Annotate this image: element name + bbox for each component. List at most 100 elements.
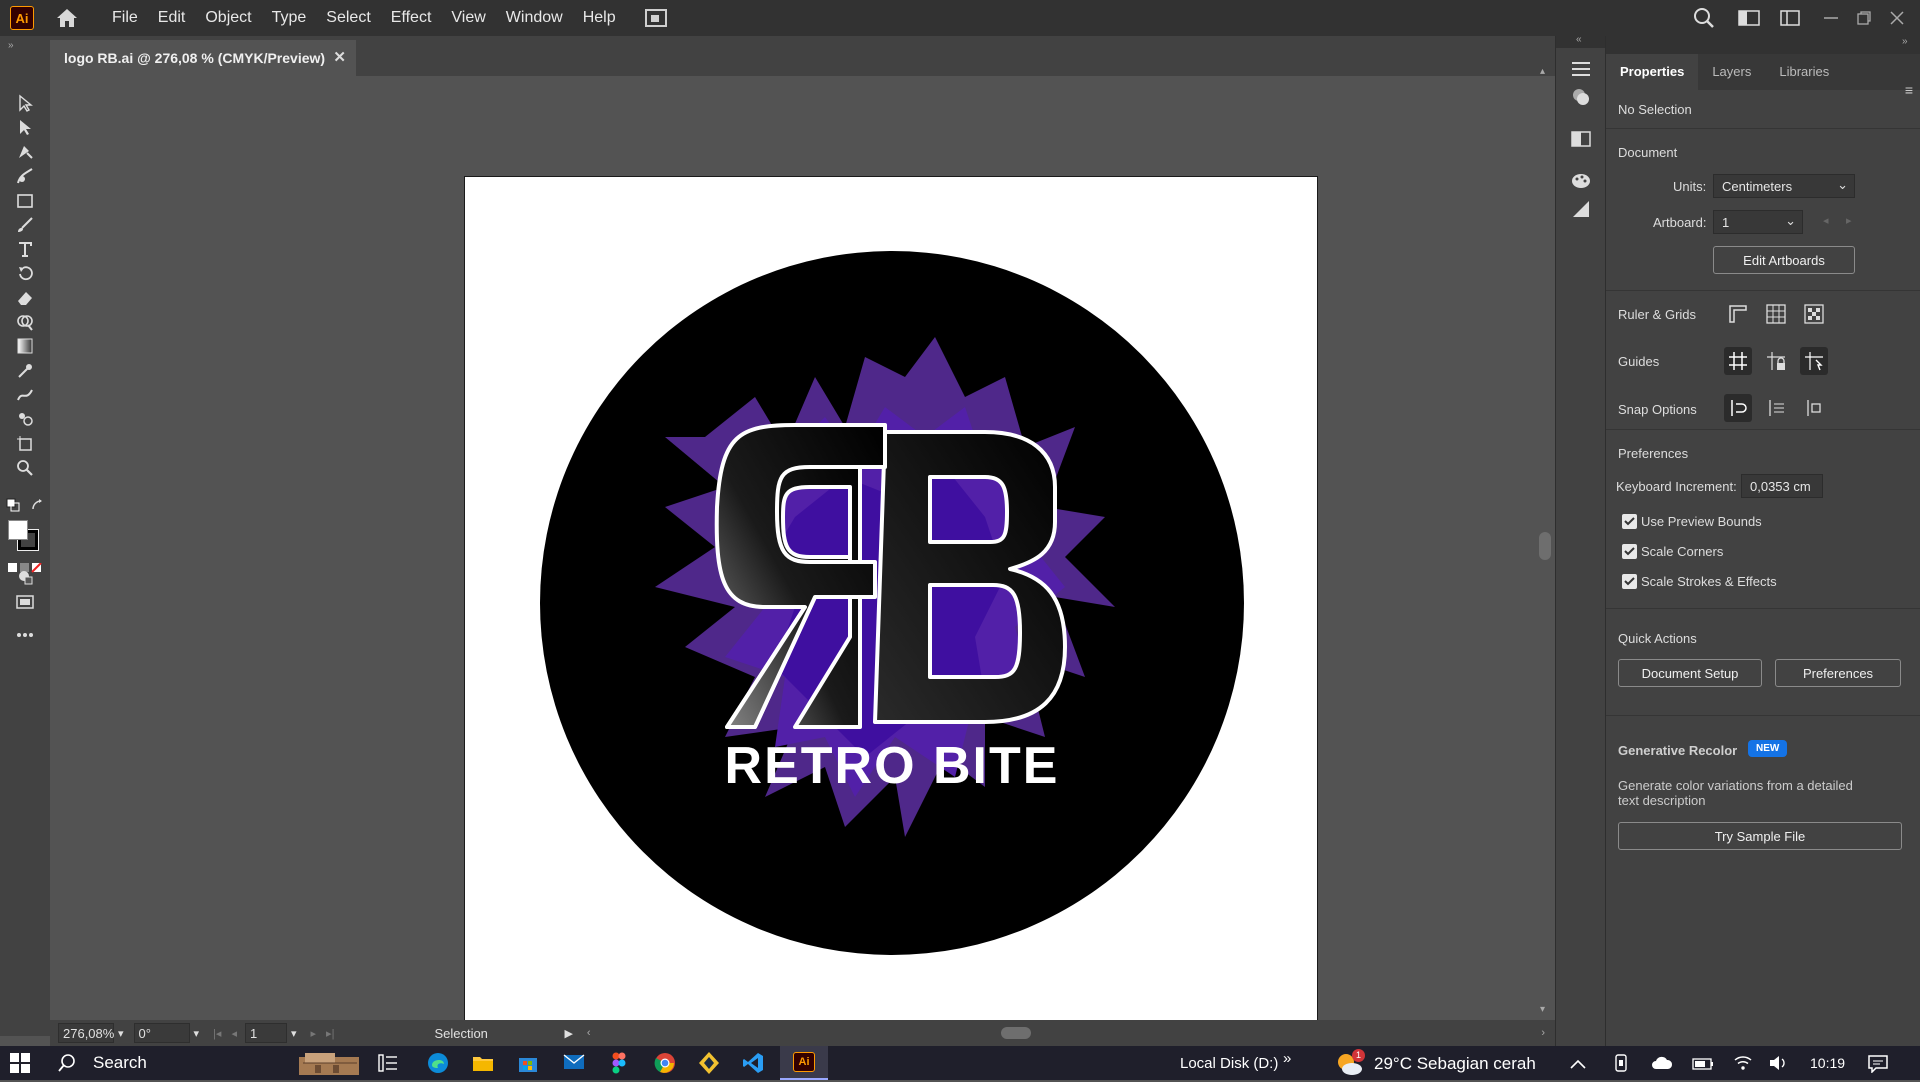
wifi-icon[interactable] [1733, 1054, 1753, 1075]
canvas-area[interactable]: RETRO BITE [50, 76, 1535, 1028]
snap-to-point-icon[interactable] [1724, 394, 1752, 422]
menu-file[interactable]: File [102, 0, 148, 36]
scale-strokes-checkbox[interactable] [1622, 574, 1637, 589]
status-menu-icon[interactable]: ▶ [564, 1027, 572, 1040]
artboard-number-field[interactable]: 1 [244, 1023, 287, 1043]
scale-corners-checkbox[interactable] [1622, 544, 1637, 559]
restore-icon[interactable] [1854, 0, 1874, 36]
rectangle-tool-icon[interactable] [12, 188, 38, 214]
rotation-field[interactable]: 0° [133, 1023, 190, 1043]
menu-object[interactable]: Object [195, 0, 261, 36]
horizontal-scrollbar[interactable] [601, 1026, 1532, 1040]
close-icon[interactable] [1874, 0, 1920, 36]
weather-label[interactable]: 29°C Sebagian cerah [1374, 1054, 1536, 1074]
file-explorer-icon[interactable] [472, 1053, 494, 1078]
show-hidden-icons-icon[interactable] [1570, 1056, 1586, 1074]
figma-icon[interactable] [612, 1052, 626, 1079]
keyboard-increment-input[interactable]: 0,0353 cm [1741, 474, 1823, 498]
screen-mode-icon[interactable] [12, 589, 38, 615]
gradient-panel-icon[interactable] [1568, 196, 1594, 222]
menu-view[interactable]: View [441, 0, 495, 36]
grid-icon[interactable] [1762, 300, 1790, 328]
taskbar-search-icon[interactable] [58, 1054, 76, 1077]
illustrator-taskbar-button[interactable]: Ai [780, 1046, 828, 1080]
panel-menu-icon[interactable]: ≡ [1905, 82, 1913, 98]
pen-tool-icon[interactable] [12, 139, 38, 165]
notifications-icon[interactable] [1868, 1055, 1888, 1078]
edge-browser-icon[interactable] [427, 1052, 449, 1079]
collapse-panel-icon[interactable]: » [1902, 36, 1908, 47]
vertical-scrollbar[interactable]: ▴ ▾ [1535, 66, 1555, 1020]
direct-selection-tool-icon[interactable] [12, 114, 38, 140]
artboard-select[interactable]: 1 ⌄ [1713, 210, 1803, 234]
menu-window[interactable]: Window [496, 0, 573, 36]
color-guide-panel-icon[interactable] [1568, 168, 1594, 194]
artboard-tool-icon[interactable] [12, 431, 38, 457]
previous-artboard-icon[interactable]: ◂ [231, 1027, 237, 1040]
tab-properties[interactable]: Properties [1606, 54, 1699, 90]
transparency-panel-icon[interactable] [1568, 126, 1594, 152]
paintbrush-tool-icon[interactable] [12, 212, 38, 238]
swap-colors-icon[interactable] [30, 498, 44, 517]
sourcetree-icon[interactable] [698, 1051, 720, 1080]
try-sample-file-button[interactable]: Try Sample File [1618, 822, 1902, 850]
rotate-tool-icon[interactable] [12, 260, 38, 286]
tab-libraries[interactable]: Libraries [1765, 54, 1843, 90]
next-artboard-arrow-icon[interactable]: ▸ [1846, 214, 1852, 227]
scroll-up-icon[interactable]: ▴ [1540, 66, 1545, 77]
menu-edit[interactable]: Edit [148, 0, 196, 36]
edit-toolbar-icon[interactable] [12, 622, 38, 648]
taskbar-search-label[interactable]: Search [93, 1053, 147, 1073]
menu-select[interactable]: Select [316, 0, 380, 36]
artboard-dropdown-icon[interactable]: ▾ [291, 1027, 297, 1040]
tab-layers[interactable]: Layers [1698, 54, 1765, 90]
menu-help[interactable]: Help [573, 0, 626, 36]
workspace-switcher-icon[interactable] [1726, 0, 1772, 36]
ruler-icon[interactable] [1724, 300, 1752, 328]
battery-icon[interactable] [1692, 1057, 1714, 1075]
arrange-documents-icon[interactable] [644, 7, 668, 29]
volume-icon[interactable] [1769, 1055, 1789, 1076]
properties-panel-icon[interactable] [1568, 56, 1594, 82]
units-select[interactable]: Centimeters ⌄ [1713, 174, 1855, 198]
zoom-field[interactable]: 276,08% [58, 1023, 114, 1043]
close-tab-icon[interactable]: ✕ [333, 48, 346, 66]
vertical-scroll-thumb[interactable] [1539, 532, 1551, 560]
phone-link-icon[interactable] [1613, 1054, 1629, 1077]
collapse-toolbar-icon[interactable]: » [8, 40, 14, 51]
panel-layout-icon[interactable] [1772, 0, 1808, 36]
next-artboard-icon[interactable]: ▸ [311, 1027, 317, 1040]
task-view-icon[interactable] [378, 1054, 398, 1077]
fill-swatch[interactable] [8, 520, 28, 540]
collapse-dock-icon[interactable]: « [1576, 34, 1582, 45]
eraser-tool-icon[interactable] [12, 285, 38, 311]
microsoft-store-icon[interactable] [518, 1053, 538, 1078]
first-artboard-icon[interactable]: |◂ [213, 1027, 221, 1040]
document-setup-button[interactable]: Document Setup [1618, 659, 1762, 687]
minimize-icon[interactable] [1808, 0, 1854, 36]
gradient-tool-icon[interactable] [12, 333, 38, 359]
blend-tool-icon[interactable] [12, 382, 38, 408]
previous-artboard-arrow-icon[interactable]: ◂ [1823, 214, 1829, 227]
toolbar-overflow-chevron[interactable]: » [1283, 1050, 1291, 1067]
appearance-panel-icon[interactable] [1568, 84, 1594, 110]
default-colors-icon[interactable] [6, 498, 20, 517]
zoom-dropdown-icon[interactable]: ▾ [118, 1027, 124, 1040]
drawing-mode-icon[interactable] [12, 564, 38, 590]
show-guides-icon[interactable] [1724, 347, 1752, 375]
scroll-down-icon[interactable]: ▾ [1540, 1004, 1545, 1015]
menu-effect[interactable]: Effect [381, 0, 442, 36]
horizontal-scroll-thumb[interactable] [1000, 1027, 1031, 1039]
smart-guides-icon[interactable] [1800, 347, 1828, 375]
last-artboard-icon[interactable]: ▸| [326, 1027, 334, 1040]
symbol-sprayer-tool-icon[interactable] [12, 406, 38, 432]
use-preview-bounds-checkbox[interactable] [1622, 514, 1637, 529]
vscode-icon[interactable] [742, 1052, 764, 1079]
onedrive-cloud-icon[interactable] [1651, 1056, 1673, 1075]
fill-stroke-swatches[interactable] [6, 518, 42, 554]
artboard[interactable]: RETRO BITE [464, 176, 1318, 1028]
clock-time[interactable]: 10:19 [1810, 1055, 1845, 1071]
zoom-tool-icon[interactable] [12, 455, 38, 481]
windows-start-icon[interactable] [10, 1053, 30, 1078]
snap-to-pixel-icon[interactable] [1800, 394, 1828, 422]
